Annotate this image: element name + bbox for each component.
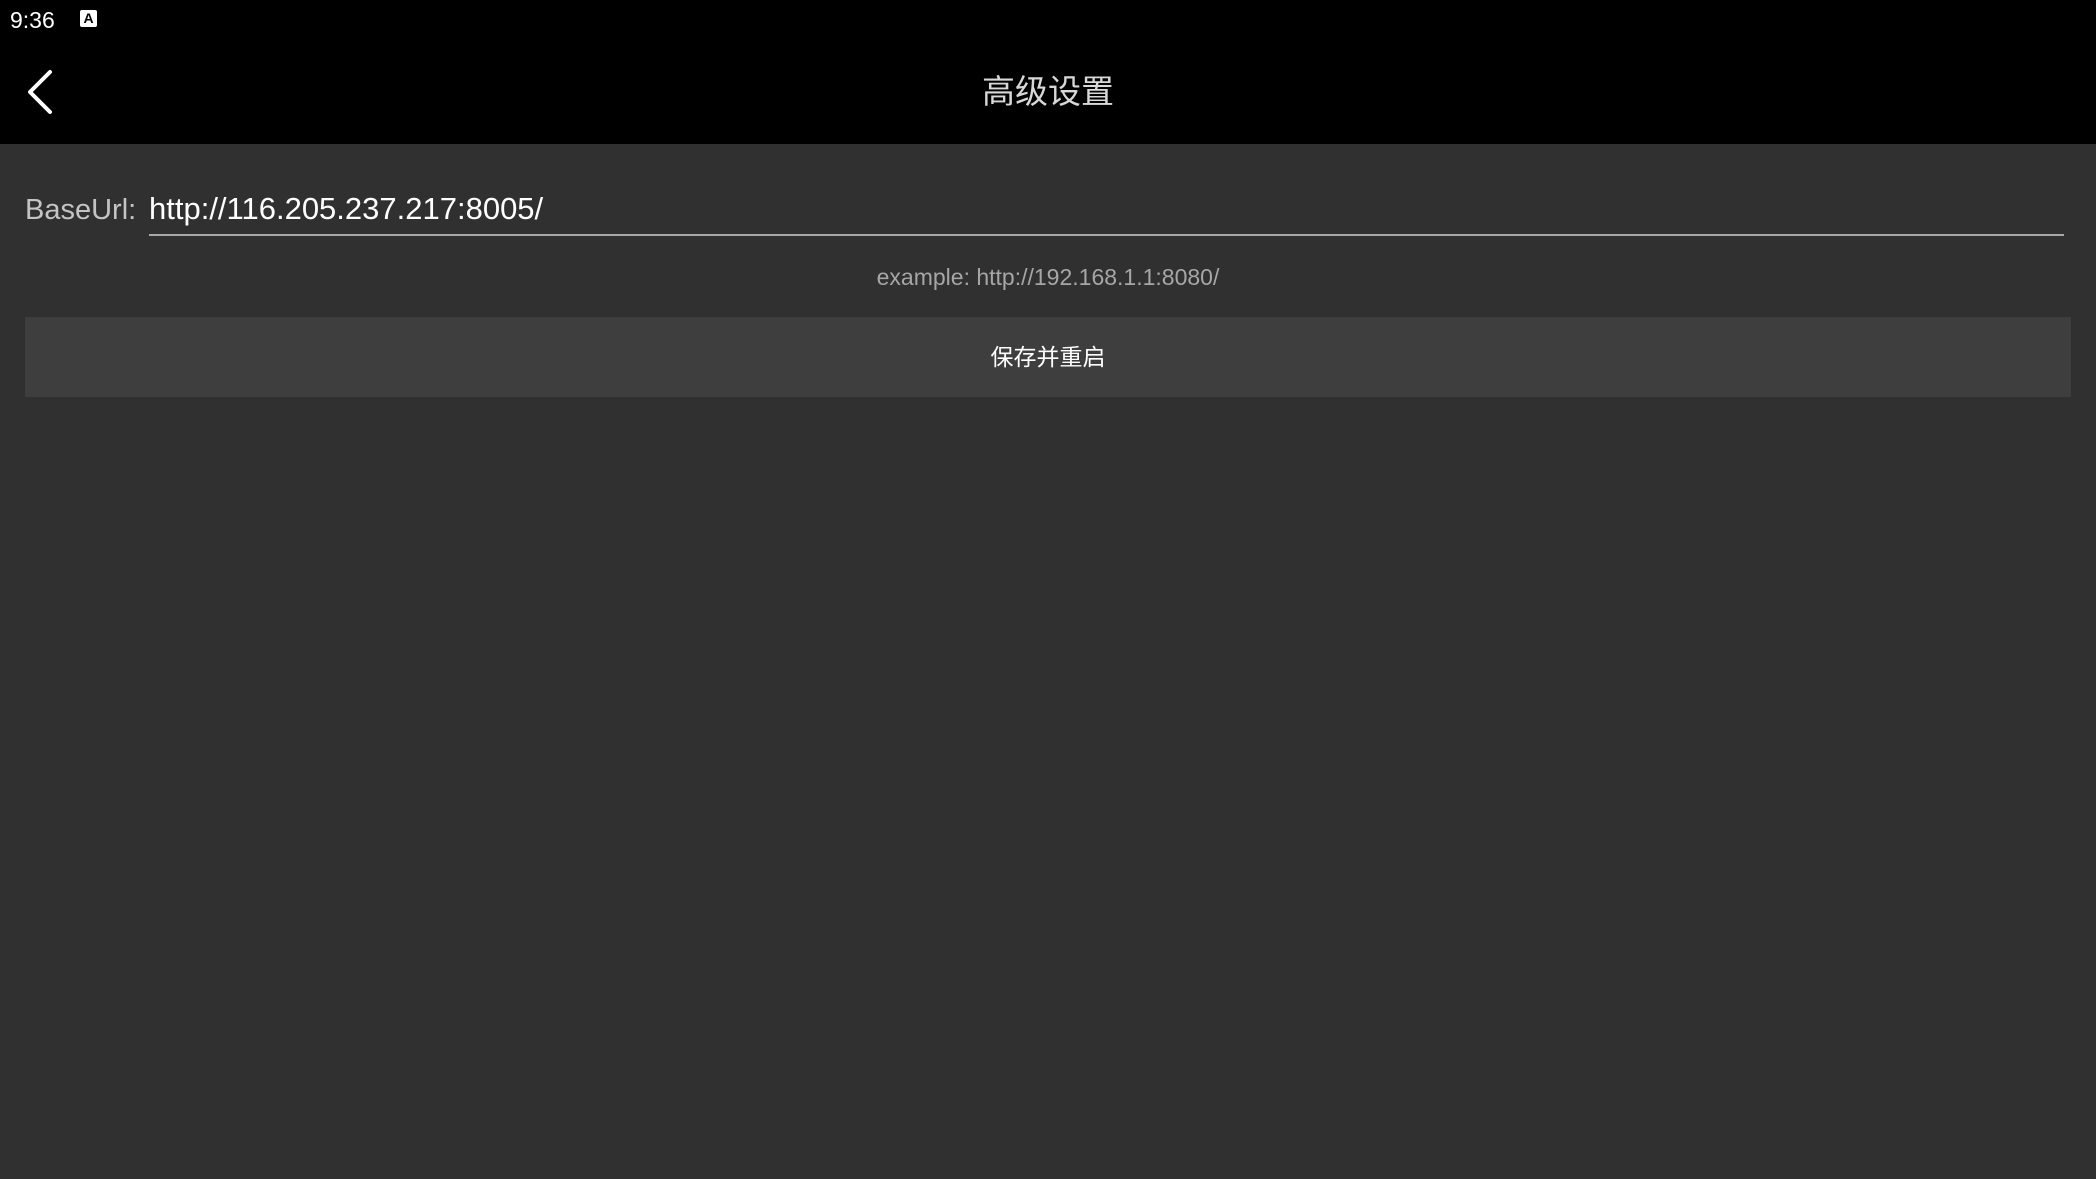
base-url-input[interactable] [149,184,2064,236]
base-url-row: BaseUrl: [25,184,2065,240]
base-url-hint: example: http://192.168.1.1:8080/ [876,264,1220,290]
back-button[interactable] [12,60,72,124]
status-bar: 9:36 A [0,0,2096,40]
app-bar: 高级设置 [0,40,2096,144]
text-input-a-icon: A [80,10,97,27]
base-url-label: BaseUrl: [25,194,137,226]
chevron-left-icon [28,70,52,114]
page-title: 高级设置 [982,72,1114,111]
settings-content: BaseUrl: example: http://192.168.1.1:808… [0,144,2096,1179]
status-time: 9:36 [10,7,55,33]
save-and-restart-button[interactable]: 保存并重启 [25,317,2071,397]
